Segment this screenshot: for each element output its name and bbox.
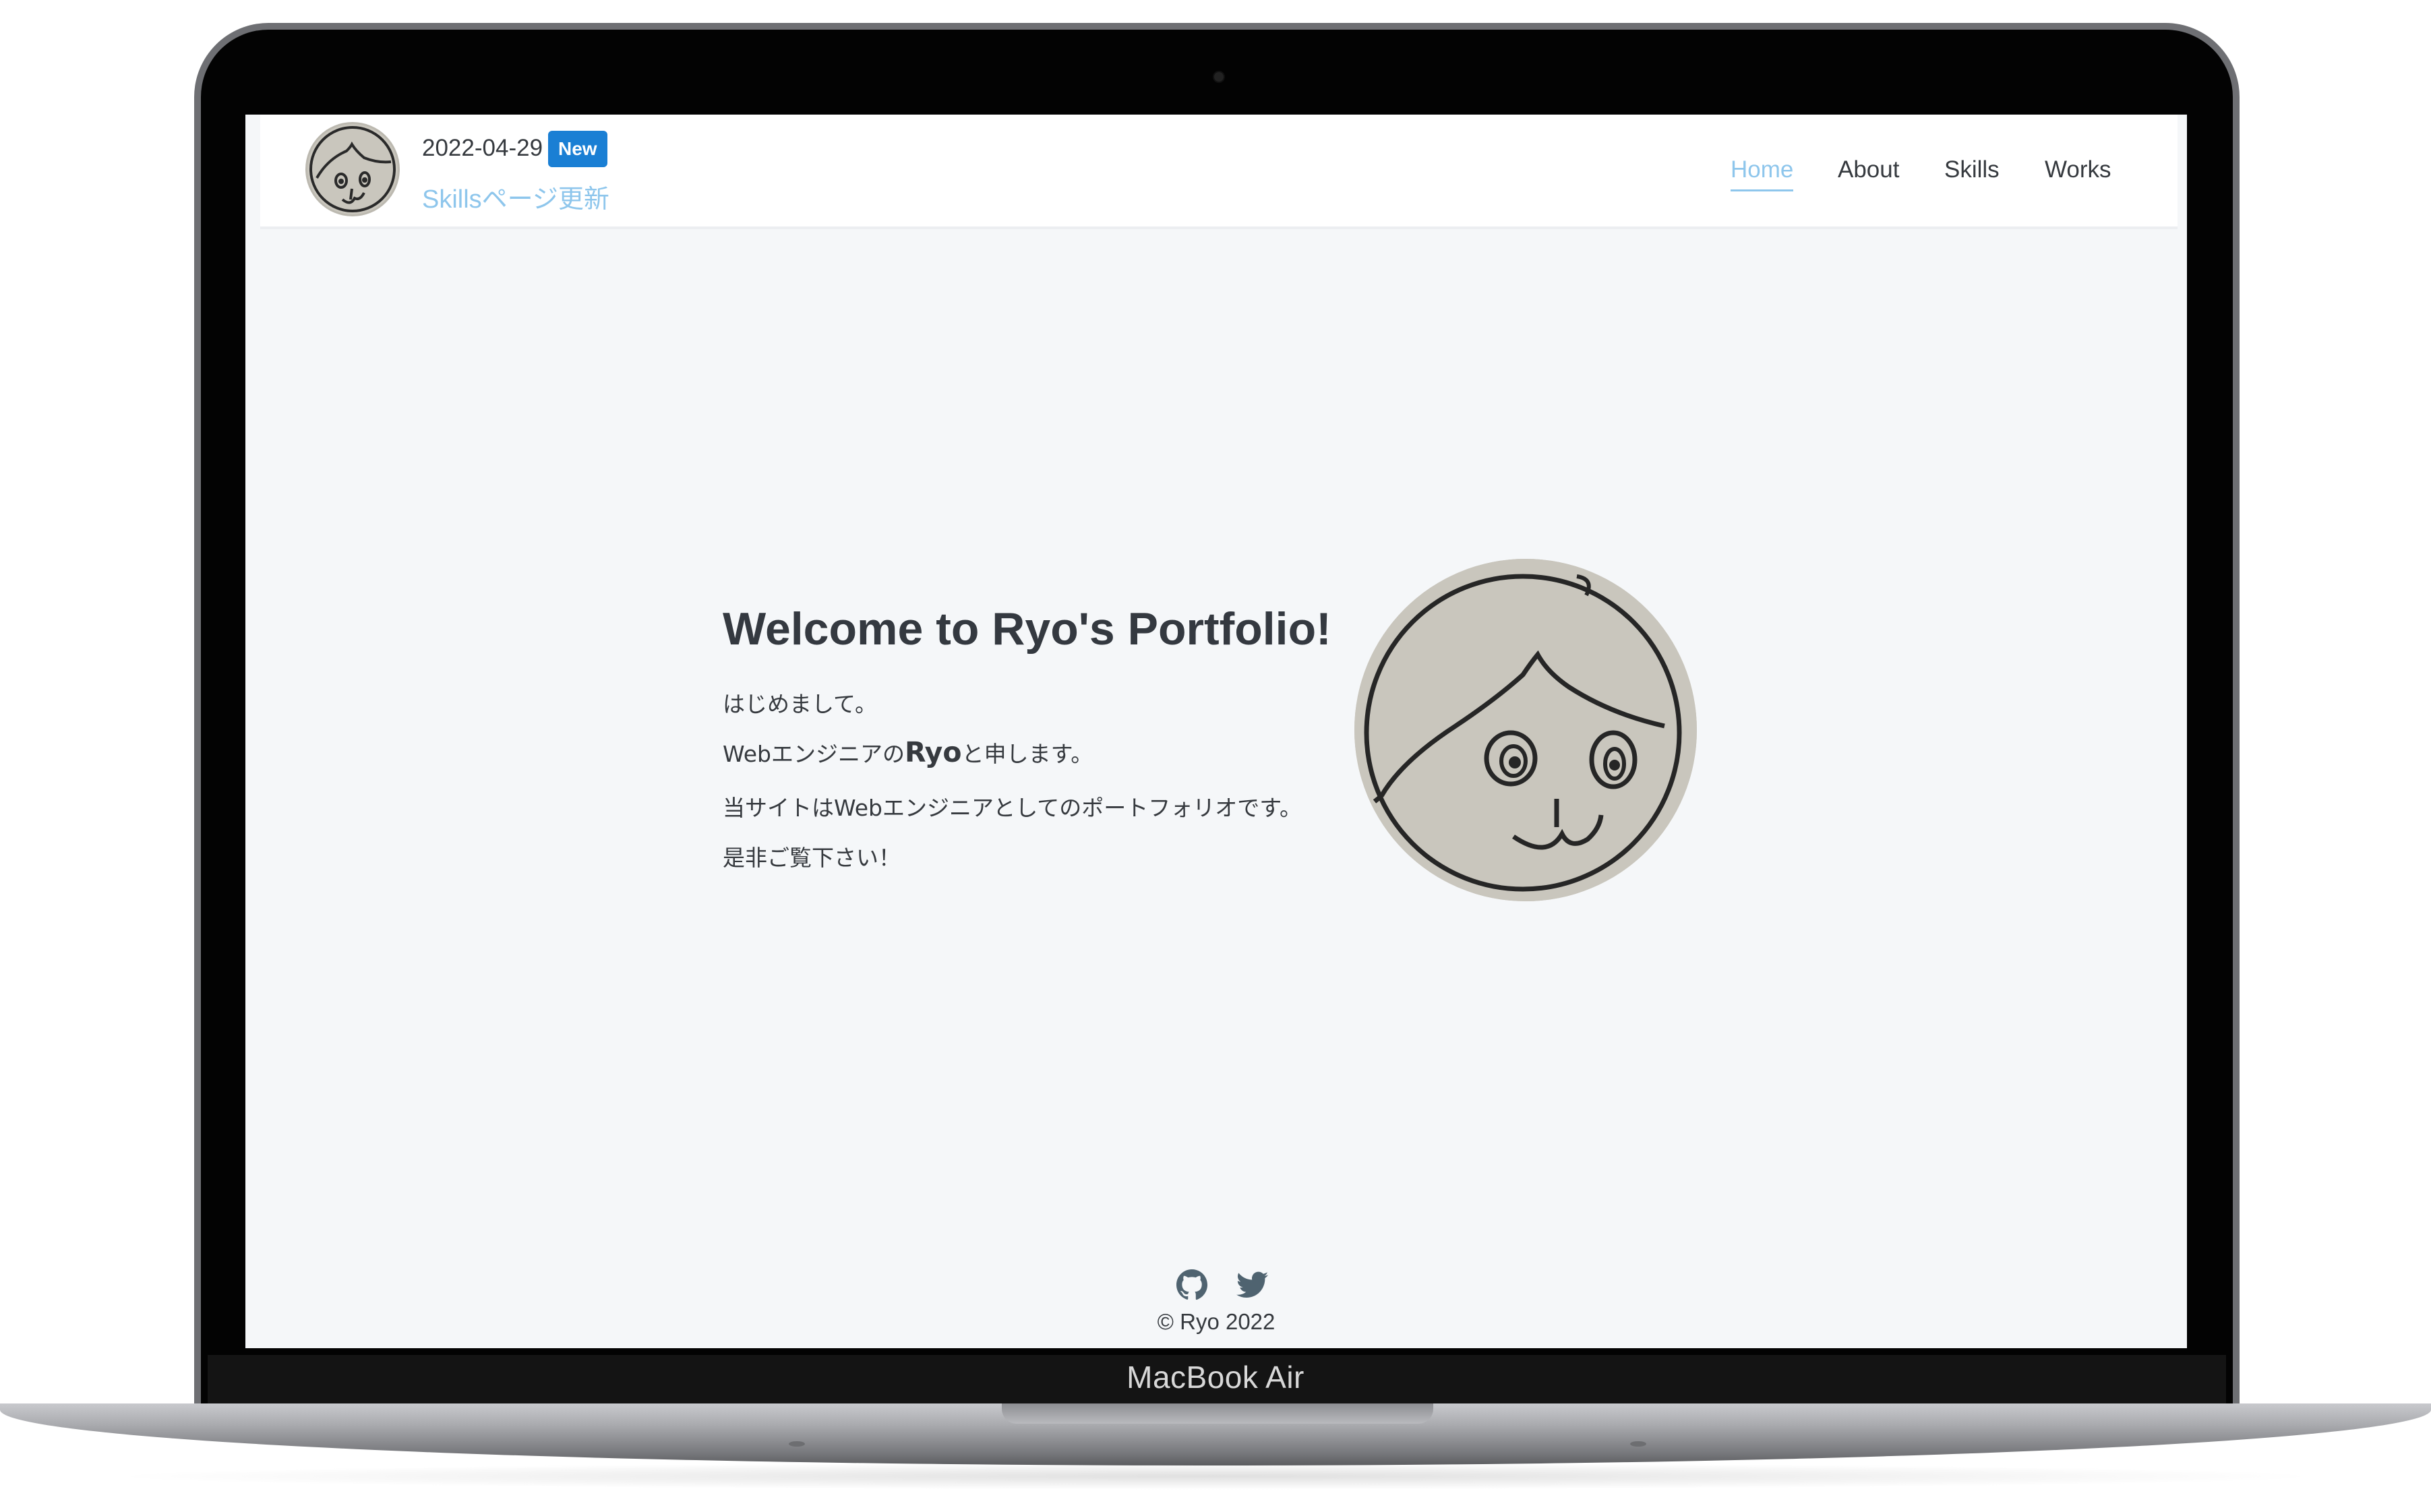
twitter-icon[interactable] <box>1236 1269 1269 1301</box>
nav-works[interactable]: Works <box>2045 156 2111 183</box>
hero-greeting: はじめまして。 <box>723 691 878 717</box>
github-icon[interactable] <box>1176 1269 1208 1301</box>
laptop-shadow <box>101 1463 2330 1490</box>
hero-title: Welcome to Ryo's Portfolio! <box>723 603 1331 655</box>
device-label: MacBook Air <box>1127 1360 1304 1395</box>
camera-icon <box>1213 71 1225 83</box>
hero-intro-post: と申します。 <box>961 741 1093 767</box>
hero-name: Ryo <box>904 736 962 768</box>
hero-intro-pre: Webエンジニアの <box>723 741 905 767</box>
laptop-foot <box>789 1441 805 1447</box>
hero-intro: WebエンジニアのRyoと申します。 <box>723 736 1093 768</box>
nav-home[interactable]: Home <box>1731 156 1794 191</box>
new-badge: New <box>548 131 607 167</box>
news-date: 2022-04-29 <box>422 135 543 161</box>
browser-viewport: 2022-04-29 New Skillsページ更新 Home About Sk… <box>245 115 2187 1348</box>
news-link[interactable]: Skillsページ更新 <box>422 178 609 215</box>
nav-skills[interactable]: Skills <box>1944 156 2000 183</box>
hero-description: 当サイトはWebエンジニアとしてのポートフォリオです。 <box>723 795 1302 821</box>
ryo-face-avatar-icon[interactable] <box>307 124 398 214</box>
nav-about[interactable]: About <box>1838 156 1899 183</box>
site-header: 2022-04-29 New Skillsページ更新 Home About Sk… <box>260 115 2178 229</box>
hero-invitation: 是非ご覧下さい！ <box>723 845 901 871</box>
ryo-face-illustration <box>1354 559 1697 901</box>
footer-copyright: © Ryo 2022 <box>1157 1309 1275 1334</box>
hinge-notch <box>1002 1403 1433 1424</box>
laptop-foot <box>1630 1441 1646 1447</box>
